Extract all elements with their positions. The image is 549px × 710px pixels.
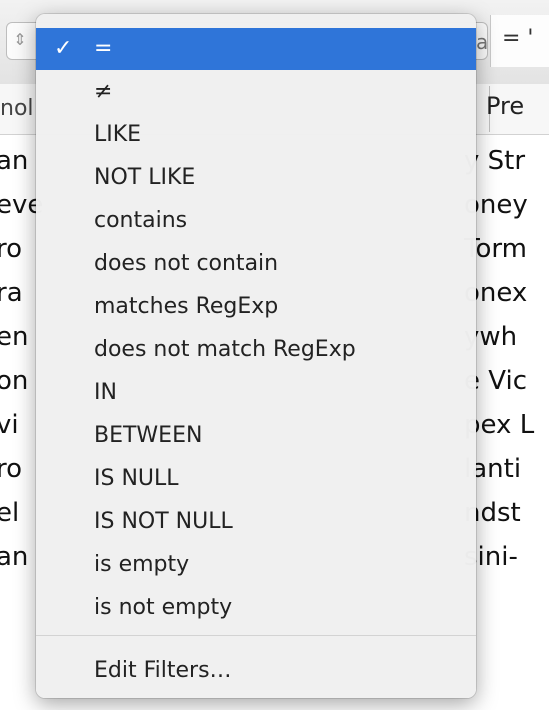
filter-value-text: = ' — [502, 26, 534, 51]
menu-item-edit-filters[interactable]: Edit Filters… — [36, 650, 476, 692]
menu-item-contains[interactable]: contains — [36, 200, 476, 242]
menu-item-in[interactable]: IN — [36, 372, 476, 414]
column-header-left[interactable]: nol — [0, 96, 34, 121]
cell-left: ra — [0, 278, 23, 308]
menu-item-not-equals[interactable]: ≠ — [36, 71, 476, 113]
cell-left: ro — [0, 234, 23, 264]
menu-item-does-not-match-regexp[interactable]: does not match RegExp — [36, 329, 476, 371]
menu-item-label: IN — [94, 380, 117, 405]
menu-item-label: does not contain — [94, 251, 279, 276]
menu-item-is-null[interactable]: IS NULL — [36, 458, 476, 500]
menu-item-between[interactable]: BETWEEN — [36, 415, 476, 457]
menu-item-label: does not match RegExp — [94, 337, 356, 362]
menu-item-label: is empty — [94, 552, 190, 577]
operator-menu: ✓ = ≠ LIKE NOT LIKE contains does not co… — [36, 14, 476, 698]
menu-item-label: matches RegExp — [94, 294, 279, 319]
cell-left: on — [0, 366, 29, 396]
stepper-icon: ⇕ — [13, 30, 27, 49]
cell-left: en — [0, 322, 29, 352]
cell-left: an — [0, 542, 29, 572]
cell-left: an — [0, 146, 29, 176]
menu-item-label: IS NOT NULL — [94, 509, 233, 534]
menu-item-is-not-empty[interactable]: is not empty — [36, 587, 476, 629]
menu-item-does-not-contain[interactable]: does not contain — [36, 243, 476, 285]
menu-item-label: LIKE — [94, 122, 142, 147]
column-header-right[interactable]: Pre — [486, 92, 524, 120]
menu-item-not-like[interactable]: NOT LIKE — [36, 157, 476, 199]
menu-item-is-not-null[interactable]: IS NOT NULL — [36, 501, 476, 543]
cell-left: ro — [0, 454, 23, 484]
checkmark-icon: ✓ — [54, 36, 73, 61]
cell-left: el — [0, 498, 20, 528]
menu-item-label: is not empty — [94, 595, 233, 620]
menu-item-equals[interactable]: ✓ = — [36, 28, 476, 70]
menu-item-label: BETWEEN — [94, 423, 203, 448]
menu-item-label: Edit Filters… — [94, 658, 232, 683]
menu-item-label: contains — [94, 208, 188, 233]
menu-item-label: = — [94, 36, 113, 61]
cell-left: vi — [0, 410, 19, 440]
menu-item-like[interactable]: LIKE — [36, 114, 476, 156]
field-edge-glyph: a — [476, 30, 489, 54]
menu-item-is-empty[interactable]: is empty — [36, 544, 476, 586]
menu-item-label: IS NULL — [94, 466, 179, 491]
menu-separator — [36, 635, 476, 636]
menu-item-label: ≠ — [94, 79, 113, 104]
menu-item-matches-regexp[interactable]: matches RegExp — [36, 286, 476, 328]
menu-item-label: NOT LIKE — [94, 165, 196, 190]
